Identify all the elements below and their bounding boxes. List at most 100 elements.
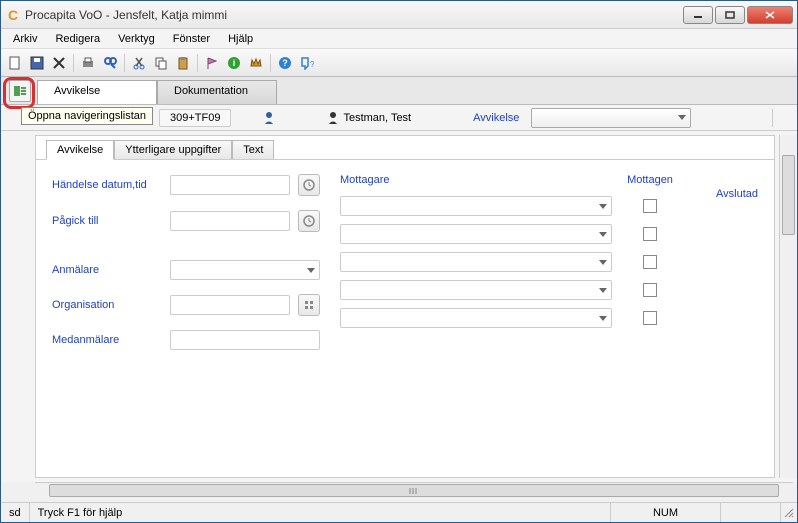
label-organisation: Organisation <box>52 299 162 311</box>
print-icon[interactable] <box>78 53 98 73</box>
app-icon: C <box>5 7 21 23</box>
subtab-ytterligare[interactable]: Ytterligare uppgifter <box>114 140 232 159</box>
resize-grip-icon[interactable] <box>781 507 797 519</box>
new-icon[interactable] <box>5 53 25 73</box>
label-pagick: Pågick till <box>52 215 162 227</box>
statusbar: sd Tryck F1 för hjälp NUM <box>1 502 797 522</box>
status-num: NUM <box>611 503 721 522</box>
context-dropdown[interactable] <box>531 108 691 128</box>
status-left: sd <box>1 503 30 522</box>
form-right-column: Mottagare Mottagen <box>340 174 680 463</box>
menu-verktyg[interactable]: Verktyg <box>112 31 161 47</box>
separator <box>73 54 74 72</box>
svg-text:?: ? <box>282 58 288 68</box>
dropdown-mottagare-3[interactable] <box>340 252 612 272</box>
checkbox-mottagen-4[interactable] <box>643 283 657 297</box>
scrollbar-thumb[interactable] <box>49 484 779 497</box>
chevron-down-icon <box>678 115 686 120</box>
context-person: Testman, Test <box>343 112 411 124</box>
close-button[interactable] <box>747 6 793 24</box>
menu-hjalp[interactable]: Hjälp <box>222 31 259 47</box>
vertical-scrollbar[interactable] <box>779 135 797 478</box>
minimize-button[interactable] <box>683 6 713 24</box>
input-handelse[interactable] <box>170 175 290 195</box>
checkbox-mottagen-5[interactable] <box>643 311 657 325</box>
chevron-down-icon <box>599 316 607 321</box>
org-picker-button[interactable] <box>298 294 320 316</box>
dropdown-mottagare-1[interactable] <box>340 196 612 216</box>
horizontal-scrollbar[interactable] <box>35 482 793 498</box>
status-help: Tryck F1 för hjälp <box>30 503 611 522</box>
dropdown-anmalare[interactable] <box>170 260 320 280</box>
separator <box>772 109 773 127</box>
main-tabstrip: Avvikelse Dokumentation <box>1 77 797 105</box>
paste-icon[interactable] <box>173 53 193 73</box>
save-icon[interactable] <box>27 53 47 73</box>
menu-fonster[interactable]: Fönster <box>167 31 216 47</box>
checkbox-mottagen-1[interactable] <box>643 199 657 213</box>
left-gutter <box>1 131 35 482</box>
toolbar: i ? ? <box>1 49 797 77</box>
person-icon <box>263 111 275 125</box>
svg-text:?: ? <box>310 60 314 69</box>
chevron-down-icon <box>599 232 607 237</box>
right-side-labels: Avslutad <box>700 174 758 463</box>
checkbox-mottagen-3[interactable] <box>643 255 657 269</box>
separator <box>124 54 125 72</box>
subtab-avvikelse[interactable]: Avvikelse <box>46 140 114 160</box>
help-icon[interactable]: ? <box>275 53 295 73</box>
sub-tabstrip: Avvikelse Ytterligare uppgifter Text <box>36 136 774 160</box>
maximize-button[interactable] <box>715 6 745 24</box>
datetime-picker-button[interactable] <box>298 210 320 232</box>
crown-icon[interactable] <box>246 53 266 73</box>
delete-icon[interactable] <box>49 53 69 73</box>
label-mottagare: Mottagare <box>340 174 620 186</box>
form-body: Händelse datum,tid Pågick till Anmälare <box>36 160 774 477</box>
cut-icon[interactable] <box>129 53 149 73</box>
separator <box>197 54 198 72</box>
separator <box>270 54 271 72</box>
user-icon <box>327 111 339 125</box>
dropdown-mottagare-4[interactable] <box>340 280 612 300</box>
tab-avvikelse[interactable]: Avvikelse <box>37 80 157 104</box>
checkbox-mottagen-2[interactable] <box>643 227 657 241</box>
find-icon[interactable] <box>100 53 120 73</box>
chevron-down-icon <box>599 288 607 293</box>
chevron-down-icon <box>599 204 607 209</box>
grip-icon <box>408 487 420 495</box>
info-icon[interactable]: i <box>224 53 244 73</box>
dropdown-mottagare-5[interactable] <box>340 308 612 328</box>
context-id: 309+TF09 <box>159 109 231 127</box>
label-handelse: Händelse datum,tid <box>52 179 162 191</box>
titlebar: C Procapita VoO - Jensfelt, Katja mimmi <box>1 1 797 29</box>
form-left-column: Händelse datum,tid Pågick till Anmälare <box>52 174 320 463</box>
label-mottagen: Mottagen <box>620 174 680 186</box>
subtab-text[interactable]: Text <box>232 140 274 159</box>
context-section-link[interactable]: Avvikelse <box>473 112 519 124</box>
whatsthis-icon[interactable]: ? <box>297 53 317 73</box>
main-panel: Avvikelse Ytterligare uppgifter Text Hän… <box>35 135 775 478</box>
open-navigation-button[interactable] <box>9 80 31 102</box>
status-blank <box>721 503 781 522</box>
label-anmalare: Anmälare <box>52 264 162 276</box>
scrollbar-thumb[interactable] <box>782 155 795 235</box>
tooltip: Öppna navigeringslistan <box>21 107 153 125</box>
datetime-picker-button[interactable] <box>298 174 320 196</box>
flag-icon[interactable] <box>202 53 222 73</box>
copy-icon[interactable] <box>151 53 171 73</box>
label-medanmalare: Medanmälare <box>52 334 162 346</box>
menu-arkiv[interactable]: Arkiv <box>7 31 43 47</box>
context-bar: Öppna navigeringslistan 309+TF09 Testman… <box>1 105 797 131</box>
svg-text:i: i <box>233 58 236 68</box>
dropdown-mottagare-2[interactable] <box>340 224 612 244</box>
chevron-down-icon <box>599 260 607 265</box>
input-organisation[interactable] <box>170 295 290 315</box>
chevron-down-icon <box>307 268 315 273</box>
content-area: Avvikelse Ytterligare uppgifter Text Hän… <box>1 131 797 482</box>
label-avslutad: Avslutad <box>706 188 758 200</box>
input-pagick[interactable] <box>170 211 290 231</box>
tab-dokumentation[interactable]: Dokumentation <box>157 80 277 104</box>
input-medanmalare[interactable] <box>170 330 320 350</box>
menu-redigera[interactable]: Redigera <box>49 31 106 47</box>
window-title: Procapita VoO - Jensfelt, Katja mimmi <box>25 8 683 22</box>
